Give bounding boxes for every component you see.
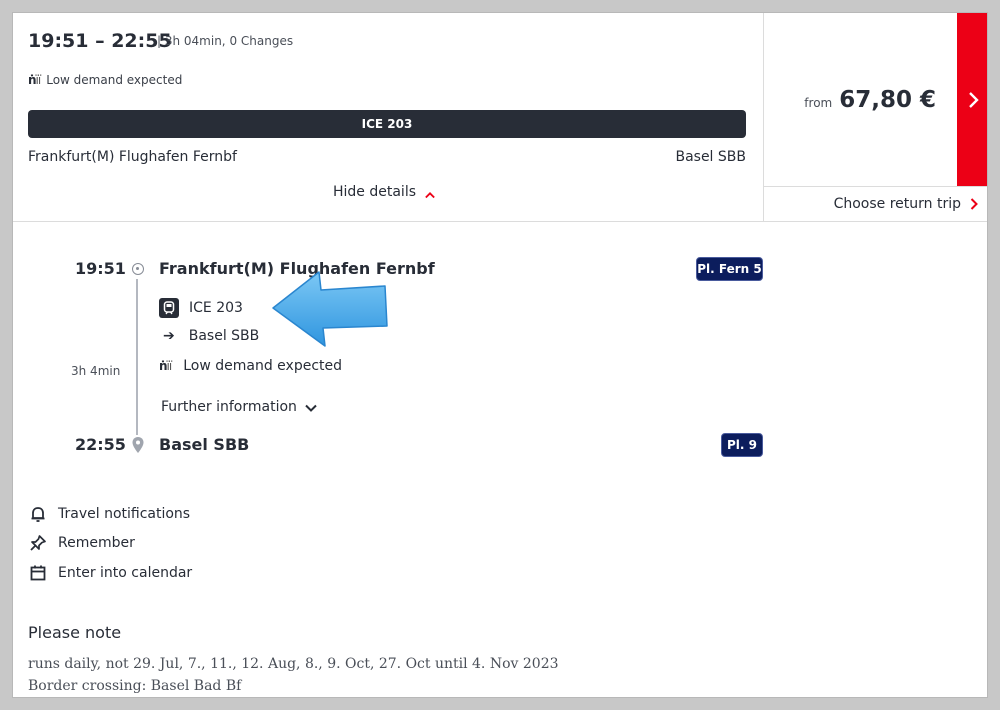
chevron-up-icon xyxy=(425,192,435,199)
demand-label: Low demand expected xyxy=(46,73,183,87)
location-pin-icon xyxy=(132,437,144,453)
occupancy-icon: ṅïï xyxy=(159,359,172,373)
travel-notifications-label: Travel notifications xyxy=(58,506,191,522)
occupancy-icon: ṅïï xyxy=(28,73,41,87)
train-icon xyxy=(159,298,179,318)
hide-details-label: Hide details xyxy=(333,184,417,200)
further-information-label: Further information xyxy=(161,399,297,415)
leg-demand-row: ṅïï Low demand expected xyxy=(159,358,342,374)
enter-into-calendar-button[interactable]: Enter into calendar xyxy=(29,564,192,582)
timeline-line xyxy=(136,279,138,435)
price-from-label: from xyxy=(804,95,833,110)
chevron-right-icon xyxy=(968,91,979,108)
note-line: runs daily, not 29. Jul, 7., 11., 12. Au… xyxy=(28,656,559,672)
departure-time: 19:51 xyxy=(75,259,126,278)
destination-station: Basel SBB xyxy=(675,149,746,165)
hide-details-button[interactable]: Hide details xyxy=(333,184,435,200)
calendar-icon xyxy=(30,565,46,581)
price-value: 67,80 € xyxy=(839,86,936,113)
enter-into-calendar-label: Enter into calendar xyxy=(58,565,193,581)
connection-meta: | 3h 04min, 0 Changes xyxy=(157,34,294,48)
arrival-station: Basel SBB xyxy=(159,435,250,454)
select-price-button[interactable] xyxy=(957,13,987,186)
annotation-arrow-icon xyxy=(272,271,388,347)
connection-card: 19:51 – 22:55 | 3h 04min, 0 Changes ṅïï … xyxy=(12,12,988,698)
note-line: Border crossing: Basel Bad Bf xyxy=(28,678,242,694)
pin-icon xyxy=(30,535,46,551)
price-panel: from 67,80 € Choose return trip xyxy=(763,13,987,221)
bell-icon xyxy=(31,507,45,522)
arrow-right-icon: ➔ xyxy=(163,328,175,344)
chevron-down-icon xyxy=(305,404,317,412)
connection-summary[interactable]: 19:51 – 22:55 | 3h 04min, 0 Changes ṅïï … xyxy=(13,13,763,221)
return-trip-label: Choose return trip xyxy=(833,196,961,212)
demand-info: ṅïï Low demand expected xyxy=(28,73,182,87)
leg-train-row[interactable]: ICE 203 xyxy=(159,298,243,318)
divider xyxy=(13,221,987,222)
travel-notifications-button[interactable]: Travel notifications xyxy=(29,505,190,523)
chevron-right-icon xyxy=(970,198,978,210)
arrival-time: 22:55 xyxy=(75,435,126,454)
departure-platform-badge: Pl. Fern 5 xyxy=(696,257,763,281)
leg-direction-label: Basel SBB xyxy=(188,328,260,344)
remember-button[interactable]: Remember xyxy=(29,534,135,552)
leg-duration: 3h 4min xyxy=(71,364,121,378)
arrival-platform-badge: Pl. 9 xyxy=(721,433,763,457)
leg-train-label: ICE 203 xyxy=(189,300,243,316)
leg-direction-row: ➔ Basel SBB xyxy=(159,328,259,344)
price-display[interactable]: from 67,80 € xyxy=(764,13,958,186)
remember-label: Remember xyxy=(58,535,135,551)
further-information-button[interactable]: Further information xyxy=(161,399,317,415)
departure-dot-icon xyxy=(132,263,144,275)
train-bar: ICE 203 xyxy=(28,110,746,138)
connection-times: 19:51 – 22:55 xyxy=(28,30,172,52)
leg-demand-label: Low demand expected xyxy=(183,358,343,374)
please-note-heading: Please note xyxy=(28,623,122,642)
origin-station: Frankfurt(M) Flughafen Fernbf xyxy=(28,149,237,165)
choose-return-trip-link[interactable]: Choose return trip xyxy=(764,186,987,221)
